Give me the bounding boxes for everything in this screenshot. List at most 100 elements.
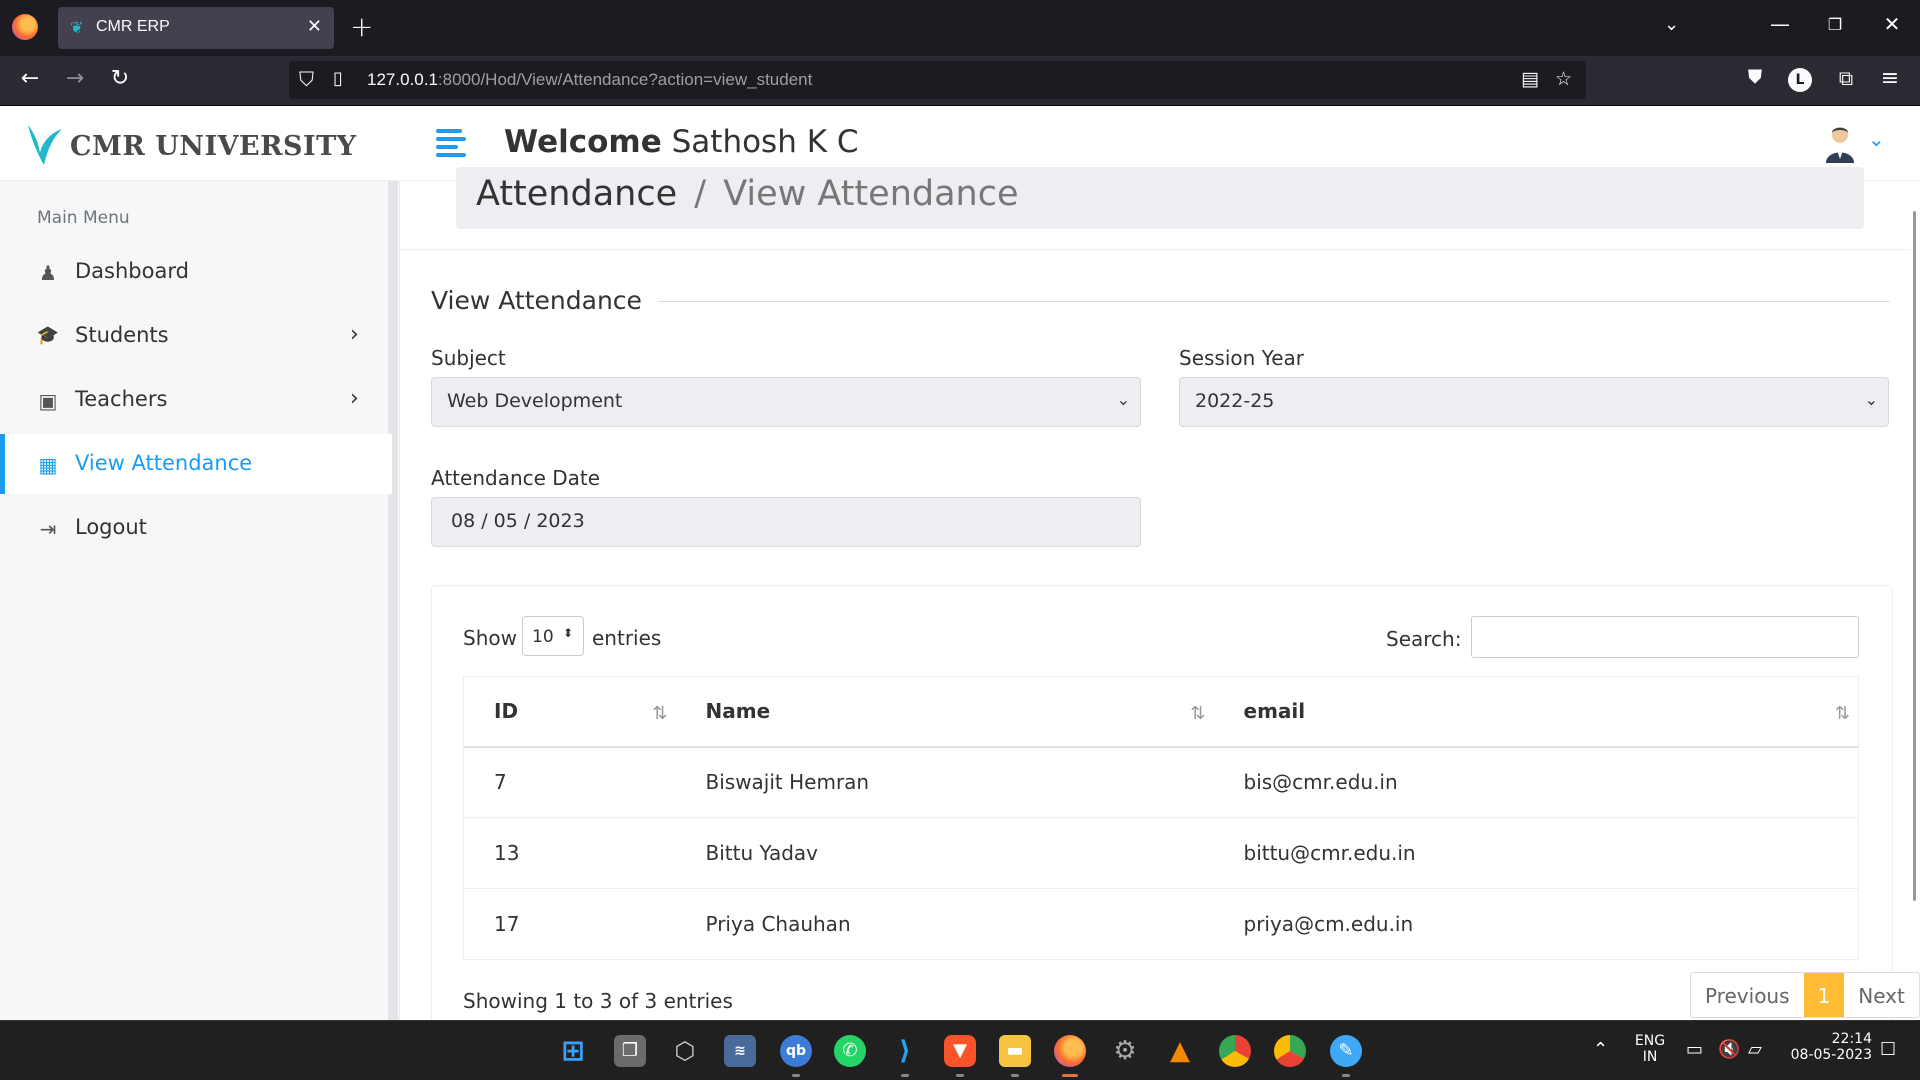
sort-icon: ⇅ <box>1190 703 1206 724</box>
minimize-icon[interactable]: — <box>1765 12 1795 36</box>
page-info-icon[interactable]: ▯ <box>333 68 343 89</box>
column-header-email[interactable]: email ⇅ <box>1213 676 1859 748</box>
table-header-row: ID ⇅ Name ⇅ email ⇅ <box>463 676 1859 748</box>
pocket-icon[interactable]: ⛊ <box>1740 66 1770 88</box>
url-bar[interactable]: ⛉ ▯ 127.0.0.1:8000/Hod/View/Attendance?a… <box>289 61 1586 99</box>
menu-title: Main Menu <box>37 208 130 228</box>
content-scrollbar[interactable] <box>1913 211 1916 901</box>
reader-view-icon[interactable]: ▤ <box>1521 68 1539 90</box>
brand[interactable]: CMR UNIVERSITY <box>0 107 400 181</box>
whatsapp-icon[interactable]: ✆ <box>834 1035 866 1067</box>
sidebar-item-label: View Attendance <box>75 451 253 475</box>
session-year-select-value: 2022-25 <box>1195 390 1275 412</box>
bookmark-star-icon[interactable]: ☆ <box>1555 68 1572 90</box>
clock[interactable]: 22:14 08-05-2023 <box>1782 1031 1872 1063</box>
table-row: 7 Biswajit Hemran bis@cmr.edu.in <box>463 746 1859 818</box>
column-header-label: email <box>1243 699 1306 724</box>
sidebar-item-label: Teachers <box>75 387 168 411</box>
firefox-taskbar-icon[interactable] <box>1054 1035 1086 1067</box>
sidebar-item-logout[interactable]: ⇥ Logout <box>0 498 392 558</box>
session-year-select[interactable]: 2022-25 ⌄ <box>1179 377 1889 427</box>
clock-time: 22:14 <box>1831 1031 1872 1047</box>
sidebar-item-students[interactable]: 🎓 Students › <box>0 306 392 366</box>
vlc-icon[interactable]: ▲ <box>1164 1035 1196 1067</box>
attendance-date-input[interactable]: 08 / 05 / 2023 <box>431 497 1141 547</box>
app-menu-icon[interactable]: ≡ <box>1875 66 1905 91</box>
calendar-icon: ▦ <box>38 453 58 477</box>
windows-start-icon[interactable]: ⊞ <box>557 1035 589 1067</box>
page-1-button[interactable]: 1 <box>1803 973 1845 1017</box>
network-icon[interactable]: ▭ <box>1686 1039 1703 1060</box>
welcome-heading: Welcome Sathosh K C <box>504 124 859 160</box>
breadcrumb-parent[interactable]: Attendance <box>476 174 677 214</box>
breadcrumb-separator: / <box>694 174 707 214</box>
url-path: :8000/Hod/View/Attendance?action=view_st… <box>437 70 813 89</box>
qbittorrent-icon[interactable]: qb <box>780 1035 812 1067</box>
cell-name: Bittu Yadav <box>675 817 1214 889</box>
sidebar-item-teachers[interactable]: ▣ Teachers › <box>0 370 392 430</box>
cell-email: priya@cm.edu.in <box>1213 888 1859 960</box>
photos-icon[interactable]: ≋ <box>724 1035 756 1067</box>
settings-gear-icon[interactable]: ⚙ <box>1109 1035 1141 1067</box>
file-explorer-icon[interactable]: ▬ <box>999 1035 1031 1067</box>
notification-icon[interactable]: ☐ <box>1880 1039 1896 1060</box>
main-content: Attendance / View Attendance View Attend… <box>400 167 1920 1020</box>
column-header-label: ID <box>494 699 519 724</box>
sidebar-item-label: Dashboard <box>75 259 189 283</box>
column-header-id[interactable]: ID ⇅ <box>463 676 676 748</box>
forward-arrow-icon[interactable]: → <box>60 66 90 91</box>
volume-muted-icon[interactable]: 🔇 <box>1718 1039 1740 1060</box>
restore-icon[interactable]: ❐ <box>1820 15 1850 34</box>
column-header-name[interactable]: Name ⇅ <box>675 676 1214 748</box>
column-header-label: Name <box>705 699 771 724</box>
firefox-icon[interactable] <box>12 14 38 40</box>
task-view-icon[interactable]: ❐ <box>614 1035 646 1067</box>
search-input[interactable] <box>1471 616 1859 658</box>
sidebar-item-view-attendance[interactable]: ▦ View Attendance <box>0 434 392 494</box>
bird-logo-icon <box>28 125 62 165</box>
list-all-tabs-chevron-icon[interactable]: ⌄ <box>1664 14 1679 35</box>
entries-length-select[interactable]: 10 ⬍ <box>522 616 584 656</box>
url-text[interactable]: 127.0.0.1:8000/Hod/View/Attendance?actio… <box>367 70 812 90</box>
taskbar: ⊞ ❐ ⬡ ≋ qb ✆ ⟩ ▼ ▬ ⚙ ▲ ✎ ⌃ ENG IN ▭ 🔇 ▱ … <box>0 1020 1920 1080</box>
unity-hub-icon[interactable]: ⬡ <box>669 1035 701 1067</box>
table-info: Showing 1 to 3 of 3 entries <box>463 989 733 1013</box>
language-line-2: IN <box>1642 1049 1658 1065</box>
next-button[interactable]: Next <box>1844 973 1919 1017</box>
students-table: ID ⇅ Name ⇅ email ⇅ 7 Biswajit Hemran bis@c… <box>463 676 1859 960</box>
sidebar: CMR UNIVERSITY Main Menu ♟ Dashboard 🎓 S… <box>0 107 400 1020</box>
bird-favicon-icon: ❦ <box>70 18 84 37</box>
chevron-right-icon: › <box>350 386 359 411</box>
browser-tab[interactable]: ❦ CMR ERP ✕ <box>58 7 334 49</box>
tracking-shield-icon[interactable]: ⛉ <box>299 67 314 91</box>
tray-chevron-up-icon[interactable]: ⌃ <box>1593 1039 1608 1060</box>
vscode-icon[interactable]: ⟩ <box>889 1035 921 1067</box>
sidebar-toggle-icon[interactable] <box>436 129 466 157</box>
clock-date: 08-05-2023 <box>1790 1047 1872 1063</box>
account-avatar[interactable]: L <box>1788 68 1812 92</box>
paint-icon[interactable]: ✎ <box>1330 1035 1362 1067</box>
new-tab-button[interactable]: + <box>350 10 373 43</box>
subject-select[interactable]: Web Development ⌄ <box>431 377 1141 427</box>
previous-button[interactable]: Previous <box>1691 973 1804 1017</box>
back-arrow-icon[interactable]: ← <box>15 66 45 91</box>
running-indicator <box>792 1074 800 1077</box>
entries-length-value: 10 <box>532 627 554 647</box>
card-title: View Attendance <box>431 286 642 315</box>
battery-icon[interactable]: ▱ <box>1748 1039 1762 1060</box>
session-year-label: Session Year <box>1179 346 1305 370</box>
language-indicator[interactable]: ENG IN <box>1630 1033 1670 1065</box>
tab-close-icon[interactable]: ✕ <box>307 16 322 37</box>
cell-email: bittu@cmr.edu.in <box>1213 817 1859 889</box>
user-avatar[interactable] <box>1824 123 1856 163</box>
close-window-icon[interactable]: ✕ <box>1877 12 1907 36</box>
chrome-profile-icon[interactable] <box>1274 1035 1306 1067</box>
sidebar-item-dashboard[interactable]: ♟ Dashboard <box>0 242 392 302</box>
chrome-icon[interactable] <box>1219 1035 1251 1067</box>
extensions-icon[interactable]: ⧉ <box>1831 66 1861 90</box>
user-menu-chevron-icon[interactable]: ⌄ <box>1868 127 1885 151</box>
updown-arrow-icon: ⬍ <box>562 626 573 640</box>
user-name: Sathosh K C <box>671 124 859 160</box>
reload-icon[interactable]: ↻ <box>105 66 135 91</box>
brave-browser-icon[interactable]: ▼ <box>944 1035 976 1067</box>
